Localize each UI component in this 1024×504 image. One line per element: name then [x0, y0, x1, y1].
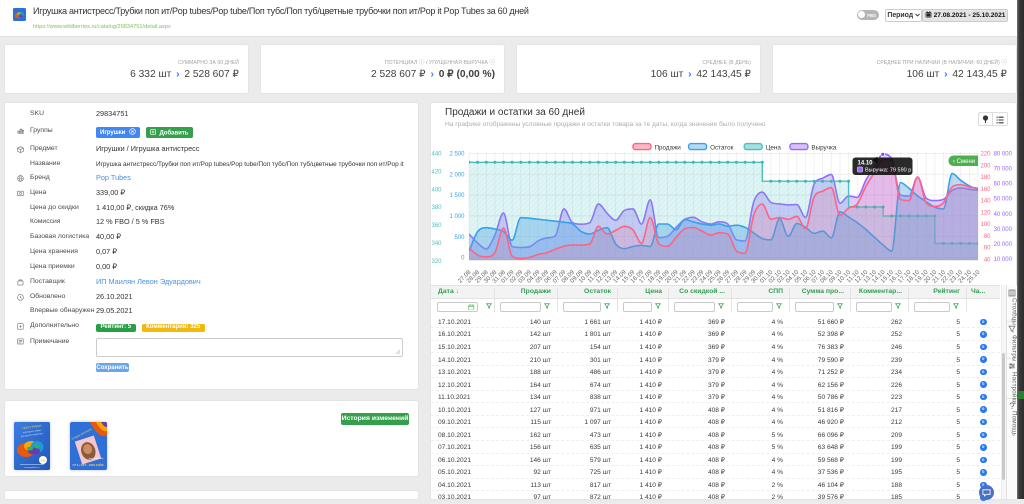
svg-text:звук и веселье: звук и веселье — [89, 458, 105, 460]
svg-text:14.10: 14.10 — [858, 161, 874, 167]
svg-text:70 000: 70 000 — [994, 167, 1013, 173]
svg-text:1 000: 1 000 — [449, 214, 465, 220]
svg-text:360: 360 — [431, 223, 442, 229]
svg-text:Продажи: Продажи — [655, 144, 682, 151]
svg-text:60 000: 60 000 — [994, 182, 1013, 188]
svg-text:100: 100 — [40, 459, 45, 463]
svg-text:340: 340 — [431, 241, 442, 247]
svg-text:2 500: 2 500 — [449, 152, 465, 158]
svg-text:100: 100 — [980, 222, 991, 228]
svg-text:0: 0 — [461, 256, 465, 262]
svg-text:380: 380 — [431, 205, 442, 211]
svg-text:40 000: 40 000 — [994, 212, 1013, 218]
svg-text:1 500: 1 500 — [449, 193, 465, 199]
svg-text:160: 160 — [980, 187, 991, 193]
svg-text:30 000: 30 000 — [994, 227, 1013, 233]
svg-text:Выручка: 79 590 р: Выручка: 79 590 р — [865, 167, 911, 173]
svg-text:140: 140 — [980, 199, 991, 205]
svg-text:Цена: Цена — [766, 144, 782, 151]
svg-text:440: 440 — [431, 152, 442, 158]
svg-text:50 000: 50 000 — [994, 197, 1013, 203]
svg-text:2 000: 2 000 — [449, 172, 465, 178]
svg-text:320: 320 — [431, 259, 442, 265]
svg-text:www.poptubes.ru: www.poptubes.ru — [24, 466, 39, 469]
svg-text:60: 60 — [984, 246, 991, 252]
svg-text:120: 120 — [980, 210, 991, 216]
svg-text:400: 400 — [431, 187, 442, 193]
svg-text:220: 220 — [980, 152, 991, 158]
svg-text:‹ Смени: ‹ Смени — [953, 159, 975, 165]
svg-text:ОТ 3-х ЛЕТ · 100% КАЙФ: ОТ 3-х ЛЕТ · 100% КАЙФ — [72, 463, 104, 467]
svg-text:Выручка: Выручка — [811, 144, 836, 151]
svg-text:200: 200 — [980, 163, 991, 169]
svg-text:10 000: 10 000 — [994, 257, 1013, 263]
svg-text:500: 500 — [454, 235, 465, 241]
svg-text:40: 40 — [984, 257, 991, 263]
svg-text:180: 180 — [980, 175, 991, 181]
svg-text:80 000: 80 000 — [994, 152, 1013, 158]
svg-text:20 000: 20 000 — [994, 242, 1013, 248]
svg-text:420: 420 — [431, 170, 442, 176]
svg-text:Остаток: Остаток — [710, 144, 734, 151]
svg-text:80: 80 — [984, 234, 991, 240]
